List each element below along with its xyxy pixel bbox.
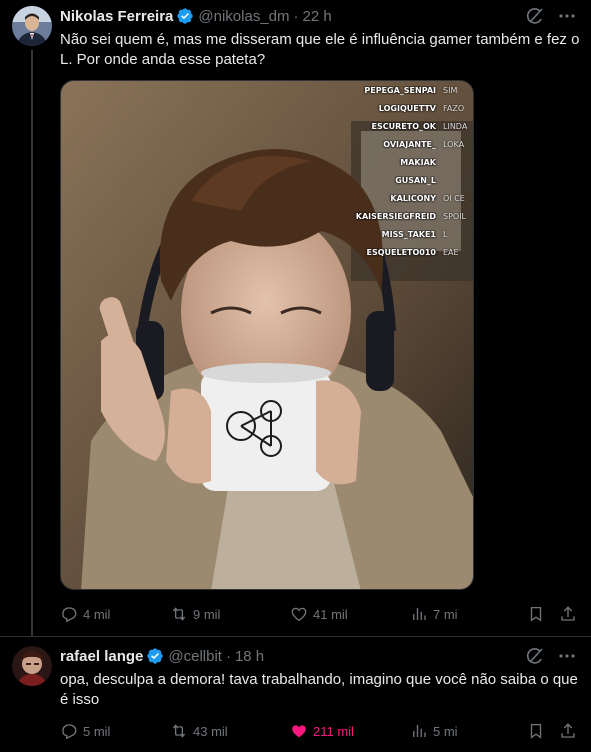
bookmark-icon[interactable] xyxy=(527,722,545,740)
verified-badge-icon xyxy=(146,647,164,665)
like-button[interactable]: 41 mil xyxy=(290,605,410,623)
reply-count: 4 mil xyxy=(83,606,111,622)
views-count: 7 mi xyxy=(433,606,458,622)
like-count: 41 mil xyxy=(313,606,348,622)
chat-row: MISS_TAKE1 L xyxy=(381,229,448,239)
tweet-secondary-actions xyxy=(527,605,577,623)
author-name[interactable]: rafael lange xyxy=(60,648,143,665)
chat-row: ESQUELETO010 EAE xyxy=(366,247,459,257)
views-count: 5 mi xyxy=(433,723,458,739)
tweet-time[interactable]: 22 h xyxy=(303,8,332,25)
author-handle[interactable]: @nikolas_dm xyxy=(198,8,289,25)
views-button[interactable]: 7 mi xyxy=(410,605,500,623)
reply-icon xyxy=(62,607,77,623)
grok-icon[interactable] xyxy=(525,646,545,666)
tweet-actions: 5 mil 43 mil 211 mil 5 mi xyxy=(60,721,577,741)
chat-row: GUSAN_L xyxy=(395,175,436,185)
repost-icon xyxy=(172,607,186,621)
like-count: 211 mil xyxy=(313,723,354,739)
views-icon xyxy=(413,608,426,620)
share-icon[interactable] xyxy=(559,722,577,740)
separator-dot: · xyxy=(225,647,231,665)
like-button[interactable]: 211 mil xyxy=(290,722,410,740)
views-button[interactable]: 5 mi xyxy=(410,722,500,740)
tweet-secondary-actions xyxy=(527,722,577,740)
chat-row: PEPEGA_SENPAI SIM xyxy=(364,85,458,95)
repost-button[interactable]: 9 mil xyxy=(170,605,290,623)
tweet-rafael[interactable]: rafael lange @cellbit · 18 h opa, descul… xyxy=(0,636,591,752)
tweet-video[interactable]: PEPEGA_SENPAI SIM LOGIQUETTV FAZO ESCURETO… xyxy=(60,80,474,590)
more-options-icon[interactable] xyxy=(557,6,577,26)
avatar[interactable] xyxy=(12,646,52,686)
repost-count: 9 mil xyxy=(193,606,221,622)
repost-icon xyxy=(172,724,186,738)
bookmark-icon[interactable] xyxy=(527,605,545,623)
more-options-icon[interactable] xyxy=(557,646,577,666)
verified-badge-icon xyxy=(176,7,194,25)
chat-row: LOGIQUETTV FAZO xyxy=(378,103,465,113)
chat-row: ESCURETO_OK LINDA xyxy=(371,121,468,131)
views-icon xyxy=(413,725,426,737)
stream-chat-overlay: PEPEGA_SENPAI SIM LOGIQUETTV FAZO ESCURETO… xyxy=(345,81,473,261)
tweet-top-icons xyxy=(525,646,577,666)
tweet-top-icons xyxy=(525,6,577,26)
reply-button[interactable]: 5 mil xyxy=(60,722,170,740)
reply-icon xyxy=(62,724,77,740)
chat-row: OVIAJANTE_ LOKA xyxy=(383,139,465,149)
tweet-actions: 4 mil 9 mil 41 mil 7 mi xyxy=(60,604,577,624)
grok-icon[interactable] xyxy=(525,6,545,26)
repost-count: 43 mil xyxy=(193,723,228,739)
like-icon xyxy=(291,607,307,622)
reply-count: 5 mil xyxy=(83,723,111,739)
tweet-text: opa, desculpa a demora! tava trabalhando… xyxy=(60,671,578,708)
chat-row: MAKIAK xyxy=(400,157,436,167)
chat-row: KAISERSIEGFREID SPOIL xyxy=(355,211,467,221)
share-icon[interactable] xyxy=(559,605,577,623)
author-handle[interactable]: @cellbit xyxy=(168,648,222,665)
avatar[interactable] xyxy=(12,6,52,46)
like-icon xyxy=(292,725,306,738)
separator-dot: · xyxy=(293,7,299,25)
tweet-header: Nikolas Ferreira @nikolas_dm · 22 h xyxy=(60,6,332,26)
author-name[interactable]: Nikolas Ferreira xyxy=(60,8,173,25)
tweet-time[interactable]: 18 h xyxy=(235,648,264,665)
tweet-text: Não sei quem é, mas me disseram que ele … xyxy=(60,31,580,68)
chat-row: KALICONY OI CE xyxy=(390,193,465,203)
tweet-nikolas[interactable]: Nikolas Ferreira @nikolas_dm · 22 h Não … xyxy=(0,0,591,636)
thread-line xyxy=(31,50,33,636)
tweet-header: rafael lange @cellbit · 18 h xyxy=(60,646,264,666)
repost-button[interactable]: 43 mil xyxy=(170,722,290,740)
reply-button[interactable]: 4 mil xyxy=(60,605,170,623)
